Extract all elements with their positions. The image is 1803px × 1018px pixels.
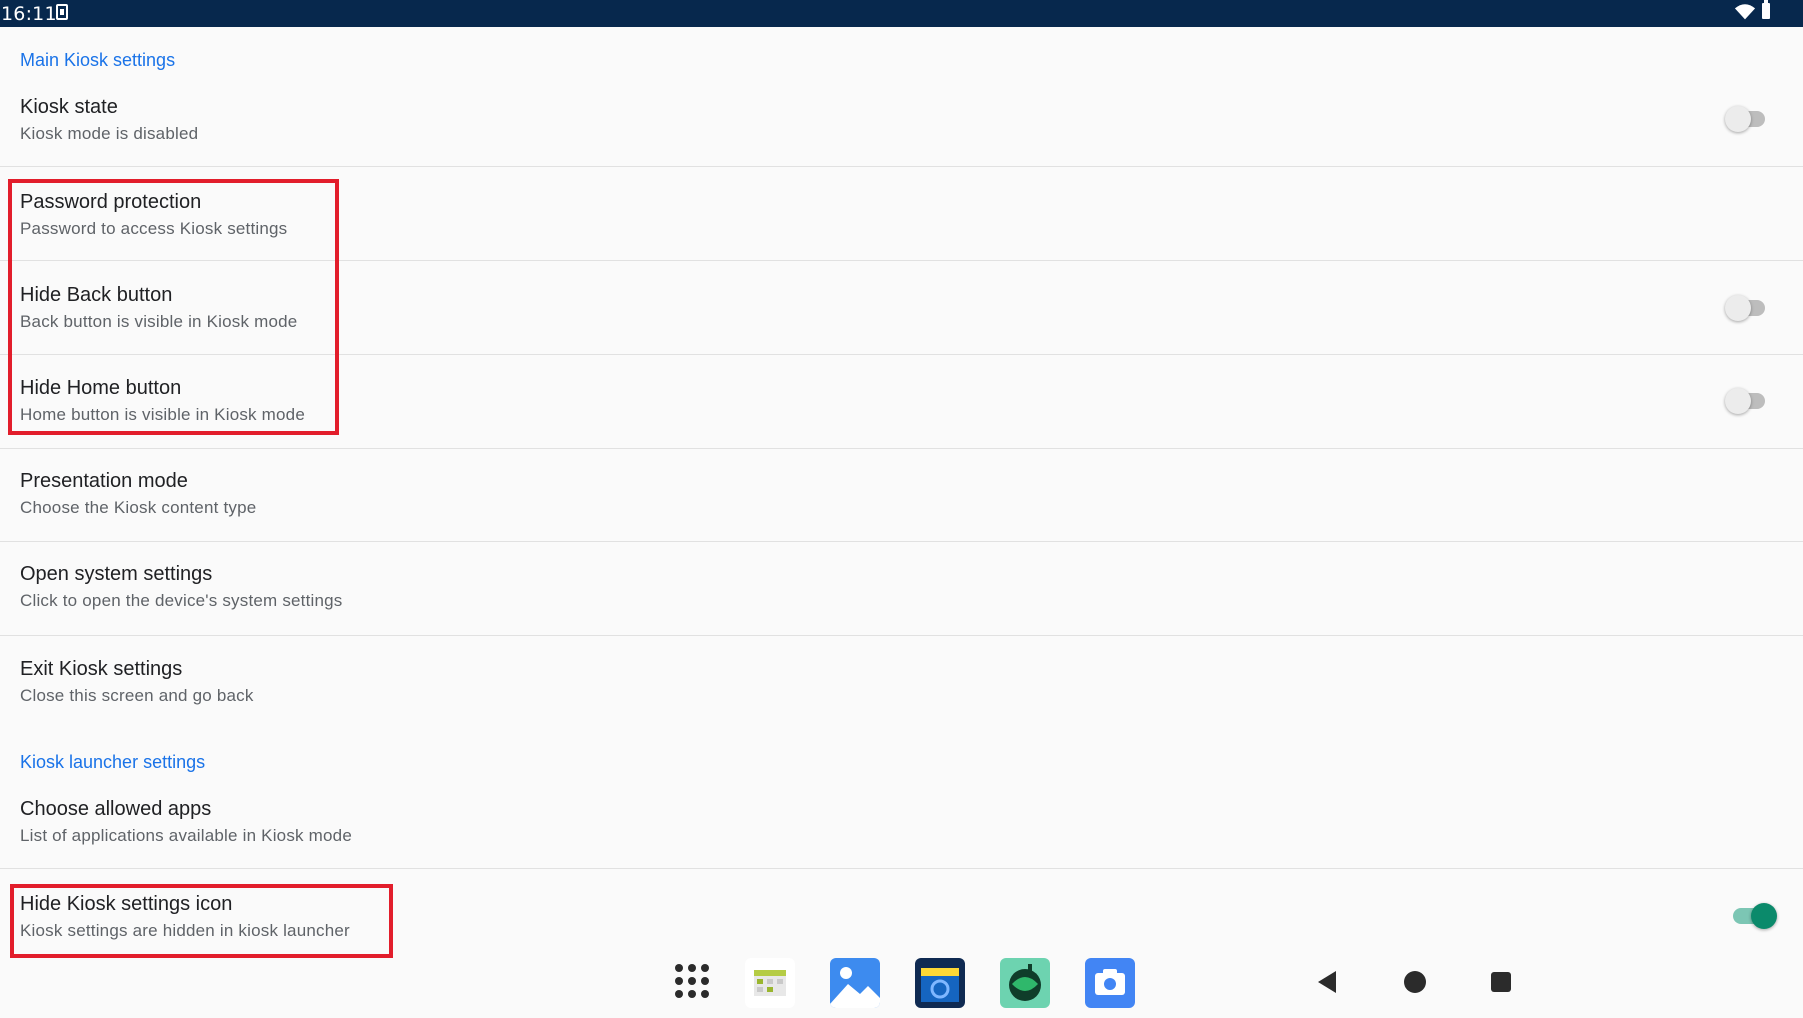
kiosk-camera-app-icon[interactable] [915, 958, 965, 1008]
highlight-box [8, 179, 339, 435]
notification-icon [56, 4, 68, 20]
app-drawer-icon[interactable] [675, 964, 711, 1000]
pref-kiosk-state[interactable]: Kiosk state Kiosk mode is disabled [0, 84, 1803, 167]
pref-summary: List of applications available in Kiosk … [20, 826, 352, 845]
kiosk-state-switch[interactable] [1725, 106, 1765, 132]
switch-thumb [1725, 106, 1751, 132]
hide-icon-switch[interactable] [1733, 903, 1777, 929]
pref-title: Kiosk state [20, 96, 118, 118]
switch-thumb [1725, 388, 1751, 414]
pref-summary: Choose the Kiosk content type [20, 498, 257, 517]
section-header-main: Main Kiosk settings [20, 50, 176, 70]
pref-exit-kiosk-settings[interactable]: Exit Kiosk settings Close this screen an… [0, 636, 1803, 728]
pref-summary: Close this screen and go back [20, 686, 254, 705]
pref-open-system-settings[interactable]: Open system settings Click to open the d… [0, 542, 1803, 636]
hide-home-switch[interactable] [1725, 388, 1765, 414]
pref-presentation-mode[interactable]: Presentation mode Choose the Kiosk conte… [0, 449, 1803, 542]
recents-icon[interactable] [1491, 972, 1511, 992]
taskbar [0, 944, 1803, 1018]
home-icon[interactable] [1404, 971, 1426, 993]
status-bar: 16:11 [0, 0, 1803, 27]
status-time: 16:11 [1, 3, 57, 25]
calendar-app-icon[interactable] [745, 958, 795, 1008]
pref-summary: Kiosk mode is disabled [20, 124, 199, 143]
switch-thumb [1751, 903, 1777, 929]
pref-title: Presentation mode [20, 470, 188, 492]
switch-thumb [1725, 295, 1751, 321]
section-header-launcher: Kiosk launcher settings [20, 752, 206, 772]
pref-title: Open system settings [20, 563, 213, 585]
camera-app-icon[interactable] [1085, 958, 1135, 1008]
hide-back-switch[interactable] [1725, 295, 1765, 321]
back-icon[interactable] [1318, 971, 1336, 993]
pref-title: Choose allowed apps [20, 798, 212, 820]
pref-choose-allowed-apps[interactable]: Choose allowed apps List of applications… [0, 786, 1803, 869]
gallery-app-icon[interactable] [830, 958, 880, 1008]
pref-title: Exit Kiosk settings [20, 658, 183, 680]
green-app-icon[interactable] [1000, 958, 1050, 1008]
battery-icon [1762, 0, 1770, 19]
pref-summary: Click to open the device's system settin… [20, 591, 343, 610]
wifi-icon [1734, 4, 1756, 20]
